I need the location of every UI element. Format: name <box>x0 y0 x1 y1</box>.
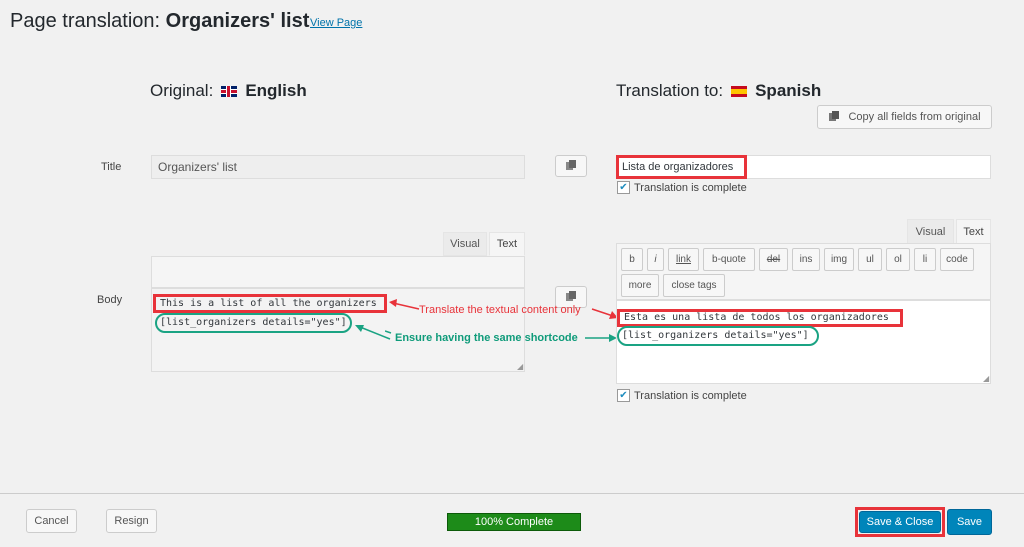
original-editor-toolbar <box>151 256 525 288</box>
quicktag-close-tags-button[interactable]: close tags <box>663 274 725 297</box>
quicktag-link-button[interactable]: link <box>668 248 699 271</box>
shortcode-note: Ensure having the same shortcode <box>395 332 578 344</box>
translation-language-heading: Translation to: Spanish <box>616 81 821 101</box>
title-complete-row: ✔ Translation is complete <box>617 181 747 194</box>
translation-language: Spanish <box>755 81 822 100</box>
copy-all-fields-button[interactable]: Copy all fields from original <box>817 105 992 129</box>
resize-handle[interactable]: ◢ <box>517 362 523 371</box>
quicktag-del-button[interactable]: del <box>759 248 788 271</box>
original-tab-visual[interactable]: Visual <box>443 232 487 256</box>
body-complete-row: ✔ Translation is complete <box>617 389 747 402</box>
page-title: Page translation: Organizers' list <box>10 10 309 33</box>
quicktag-ins-button[interactable]: ins <box>792 248 820 271</box>
copy-icon <box>828 110 840 125</box>
view-page-link[interactable]: View Page <box>310 17 362 29</box>
original-language: English <box>245 81 307 100</box>
original-language-heading: Original: English <box>150 81 307 101</box>
save-button[interactable]: Save <box>947 509 992 535</box>
uk-flag-icon <box>221 85 238 97</box>
resize-handle[interactable]: ◢ <box>983 374 989 383</box>
green-arrow-left <box>355 325 391 340</box>
original-title-field: Organizers' list <box>151 155 525 179</box>
original-body-line2: [list_organizers details="yes"] <box>160 317 347 328</box>
quicktag-ol-button[interactable]: ol <box>886 248 910 271</box>
page-title-prefix: Page translation: <box>10 10 166 32</box>
quicktag-bold-button[interactable]: b <box>621 248 643 271</box>
title-complete-checkbox[interactable]: ✔ <box>617 181 630 194</box>
translation-label: Translation to: <box>616 81 724 100</box>
quicktag-code-button[interactable]: code <box>940 248 974 271</box>
quicktag-bquote-button[interactable]: b-quote <box>703 248 755 271</box>
body-label: Body <box>97 294 123 306</box>
resign-button[interactable]: Resign <box>106 509 157 533</box>
copy-title-button[interactable] <box>555 155 587 177</box>
original-label: Original: <box>150 81 214 100</box>
translated-title-text: Lista de organizadores <box>622 161 734 173</box>
page-title-name: Organizers' list <box>165 10 310 32</box>
translation-body-line1: Esta es una lista de todos los organizad… <box>624 312 889 323</box>
quicktag-img-button[interactable]: img <box>824 248 854 271</box>
original-tab-text[interactable]: Text <box>489 232 525 256</box>
translation-body-line2: [list_organizers details="yes"] <box>622 330 809 341</box>
copy-all-label: Copy all fields from original <box>848 111 981 123</box>
quicktag-more-button[interactable]: more <box>621 274 659 297</box>
quicktag-italic-button[interactable]: i <box>647 248 664 271</box>
translation-tab-visual[interactable]: Visual <box>907 219 954 244</box>
body-complete-label: Translation is complete <box>634 389 747 402</box>
quicktag-li-button[interactable]: li <box>914 248 936 271</box>
title-label: Title <box>101 161 122 173</box>
spain-flag-icon <box>731 85 748 97</box>
translate-note: Translate the textual content only <box>419 304 581 316</box>
progress-bar: 100% Complete <box>447 513 581 531</box>
title-complete-label: Translation is complete <box>634 181 747 194</box>
body-complete-checkbox[interactable]: ✔ <box>617 389 630 402</box>
original-body-line1: This is a list of all the organizers <box>160 298 377 309</box>
cancel-button[interactable]: Cancel <box>26 509 77 533</box>
translation-tab-text[interactable]: Text <box>956 219 991 244</box>
quicktag-ul-button[interactable]: ul <box>858 248 882 271</box>
copy-icon <box>565 159 577 174</box>
save-close-button[interactable]: Save & Close <box>859 511 941 533</box>
